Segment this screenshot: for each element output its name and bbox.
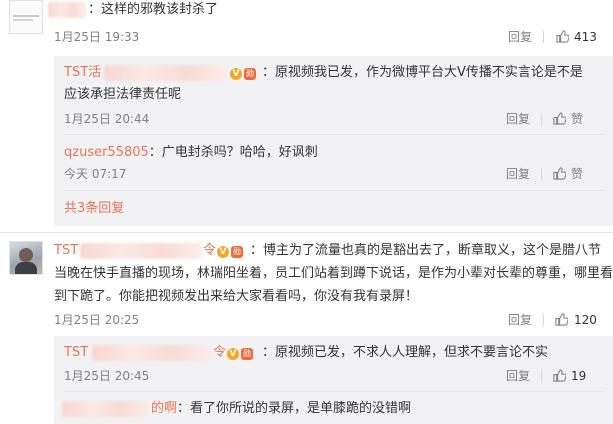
reply-text: ：广电封杀吗？哈哈，好讽刺 <box>148 145 318 160</box>
comment-author-name[interactable]: TST <box>54 243 78 258</box>
comment-author[interactable]: TST <box>54 241 78 261</box>
divider <box>541 113 542 125</box>
medal-icon: 勋 <box>241 347 253 360</box>
reply-author-name-tail[interactable]: 令 <box>213 345 226 360</box>
divider <box>64 134 604 135</box>
comment-time: 1月25日 20:25 <box>54 313 140 327</box>
reply-time: 1月25日 20:45 <box>64 369 150 383</box>
divider <box>543 31 544 43</box>
verified-badge: V勋 <box>230 66 256 81</box>
reply-author[interactable]: TST活 <box>64 63 101 83</box>
reply-author[interactable]: qzuser55805：广电封杀吗？哈哈，好讽刺 <box>64 143 318 163</box>
comment-text: ：这样的邪教该封杀了 <box>88 2 219 17</box>
like-button[interactable]: 赞 <box>571 166 583 182</box>
comment-author-name-tail[interactable]: 令 <box>203 243 216 258</box>
avatar[interactable] <box>9 0 43 34</box>
redacted-username <box>48 2 86 18</box>
reply-time: 1月25日 20:44 <box>64 112 150 126</box>
reply-author-tail[interactable]: 的啊：看了你所说的录屏，是单膝跪的没错啊 <box>151 399 411 419</box>
like-button[interactable]: 赞 <box>571 111 583 127</box>
reply-text: ：原视频已发，不求人人理解，但求不要言论不实 <box>262 345 549 360</box>
reply-button[interactable]: 回复 <box>508 312 532 328</box>
divider <box>64 391 604 392</box>
comment-text: 当晚在快手直播的现场，林瑞阳坐着，员工们站着到蹲下说话，是作为小辈对长辈的尊重，… <box>54 266 613 281</box>
verified-badge: V勋 <box>227 346 253 361</box>
v-icon: V <box>217 245 229 258</box>
divider <box>543 314 544 326</box>
comment-time: 1月25日 19:33 <box>54 30 140 44</box>
divider <box>0 232 613 233</box>
reply-author-name[interactable]: TST <box>64 345 88 360</box>
redacted-username <box>104 65 228 81</box>
reply-button[interactable]: 回复 <box>508 29 532 45</box>
reply-button[interactable]: 回复 <box>506 368 530 384</box>
divider <box>64 190 604 191</box>
redacted-username <box>80 243 202 259</box>
reply-button[interactable]: 回复 <box>506 166 530 182</box>
redacted-username <box>92 345 212 361</box>
reply-text: 应该承担法律责任呢 <box>64 87 182 102</box>
v-icon: V <box>230 67 242 80</box>
like-icon[interactable] <box>553 112 566 125</box>
redacted-username <box>62 401 150 417</box>
comment-text: 到下跪了。你能把视频发出来给大家看看吗，你没有我有录屏！ <box>54 289 419 304</box>
like-icon[interactable] <box>553 167 566 180</box>
reply-time: 今天 07:17 <box>64 167 127 181</box>
medal-icon: 勋 <box>244 67 256 80</box>
divider <box>541 370 542 382</box>
reply-author-name[interactable]: qzuser55805 <box>64 145 149 160</box>
v-icon: V <box>227 347 239 360</box>
verified-badge: V勋 <box>217 244 243 259</box>
like-icon[interactable] <box>555 313 568 326</box>
reply-author-name[interactable]: TST活 <box>64 65 101 80</box>
like-icon[interactable] <box>556 30 569 43</box>
avatar[interactable] <box>9 241 43 275</box>
like-icon[interactable] <box>553 369 566 382</box>
reply-author[interactable]: TST <box>64 343 88 363</box>
medal-icon: 勋 <box>231 245 243 258</box>
like-count: 120 <box>574 313 597 327</box>
comment-author-tail[interactable]: 令 <box>203 241 216 261</box>
like-count: 413 <box>574 30 597 44</box>
reply-text: ：看了你所说的录屏，是单膝跪的没错啊 <box>177 401 412 416</box>
like-count: 19 <box>571 369 587 383</box>
reply-text: ：原视频我已发，作为微博平台大V传播不实言论是不是 <box>262 65 583 80</box>
divider <box>541 168 542 180</box>
comment-text: ：博主为了流量也真的是豁出去了，断章取义，这个是腊八节 <box>250 243 602 258</box>
more-replies-link[interactable]: 共3条回复 <box>64 201 124 217</box>
reply-author-tail[interactable]: 令 <box>213 343 226 363</box>
reply-author-name-tail[interactable]: 的啊 <box>151 401 177 416</box>
reply-button[interactable]: 回复 <box>506 111 530 127</box>
